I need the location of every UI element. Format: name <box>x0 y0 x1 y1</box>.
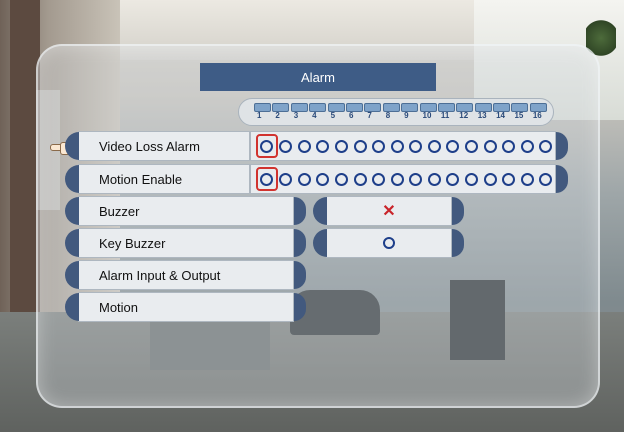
camera-9-icon: 9 <box>400 101 419 123</box>
motion-enable-ch15-toggle[interactable] <box>518 170 537 189</box>
camera-number: 14 <box>496 111 505 120</box>
camera-number: 1 <box>257 111 262 120</box>
motion-enable-ch7-toggle[interactable] <box>369 170 388 189</box>
channel-header: 1 2 3 4 5 6 7 8 9 10 11 12 13 14 15 16 <box>238 98 554 126</box>
camera-2-icon: 2 <box>271 101 290 123</box>
key-buzzer-label[interactable]: Key Buzzer <box>65 228 294 258</box>
camera-8-icon: 8 <box>382 101 400 123</box>
motion-enable-ch9-toggle[interactable] <box>406 170 425 189</box>
motion-enable-ch8-toggle[interactable] <box>388 170 407 189</box>
motion-button[interactable]: Motion <box>65 292 294 322</box>
camera-3-icon: 3 <box>290 101 308 123</box>
video-loss-ch13-toggle[interactable] <box>481 137 500 156</box>
buzzer-value-toggle[interactable]: ✕ <box>313 196 452 226</box>
motion-enable-ch10-toggle[interactable] <box>425 170 444 189</box>
video-loss-ch3-toggle[interactable] <box>295 137 314 156</box>
menu-title: Alarm <box>200 63 436 91</box>
video-loss-ch4-toggle[interactable] <box>314 137 333 156</box>
video-loss-ch12-toggle[interactable] <box>462 137 481 156</box>
motion-enable-ch12-toggle[interactable] <box>462 170 481 189</box>
camera-4-icon: 4 <box>308 101 327 123</box>
camera-10-icon: 10 <box>419 101 437 123</box>
video-loss-ch7-toggle[interactable] <box>369 137 388 156</box>
camera-1-icon: 1 <box>253 101 271 123</box>
camera-16-icon: 16 <box>529 101 547 123</box>
motion-enable-ch5-toggle[interactable] <box>332 170 351 189</box>
video-loss-ch9-toggle[interactable] <box>406 137 425 156</box>
camera-5-icon: 5 <box>327 101 345 123</box>
camera-number: 15 <box>514 111 524 120</box>
video-loss-ch5-toggle[interactable] <box>332 137 351 156</box>
camera-number: 8 <box>385 111 391 120</box>
buzzer-label[interactable]: Buzzer <box>65 196 294 226</box>
motion-enable-ch13-toggle[interactable] <box>481 170 500 189</box>
video-loss-ch10-toggle[interactable] <box>425 137 444 156</box>
motion-enable-ch2-toggle[interactable] <box>277 170 296 189</box>
video-loss-ch16-toggle[interactable] <box>536 137 555 156</box>
camera-number: 10 <box>422 111 432 120</box>
camera-number: 11 <box>440 111 450 120</box>
camera-7-icon: 7 <box>363 101 382 123</box>
motion-enable-ch3-toggle[interactable] <box>295 170 314 189</box>
camera-14-icon: 14 <box>492 101 511 123</box>
camera-number: 9 <box>404 111 409 120</box>
key-buzzer-value-toggle[interactable] <box>313 228 452 258</box>
motion-enable-ch1-toggle[interactable] <box>256 167 278 191</box>
motion-enable-ch14-toggle[interactable] <box>499 170 518 189</box>
buzzer-off-icon: ✕ <box>382 203 396 220</box>
key-buzzer-on-icon <box>383 237 395 249</box>
camera-number: 4 <box>312 111 317 120</box>
camera-12-icon: 12 <box>455 101 474 123</box>
motion-enable-channels <box>250 164 556 194</box>
camera-11-icon: 11 <box>437 101 455 123</box>
motion-enable-ch11-toggle[interactable] <box>444 170 463 189</box>
video-loss-alarm-channels <box>250 131 556 161</box>
camera-number: 5 <box>330 111 336 120</box>
camera-15-icon: 15 <box>510 101 529 123</box>
alarm-input-output-button[interactable]: Alarm Input & Output <box>65 260 294 290</box>
motion-enable-label[interactable]: Motion Enable <box>65 164 250 194</box>
camera-number: 7 <box>367 111 372 120</box>
camera-number: 3 <box>293 111 299 120</box>
camera-6-icon: 6 <box>345 101 363 123</box>
motion-enable-ch6-toggle[interactable] <box>351 170 370 189</box>
motion-enable-ch16-toggle[interactable] <box>536 170 555 189</box>
video-loss-alarm-label[interactable]: Video Loss Alarm <box>65 131 250 161</box>
camera-number: 16 <box>532 111 542 120</box>
video-loss-ch1-toggle[interactable] <box>256 134 278 158</box>
camera-number: 12 <box>459 111 469 120</box>
camera-number: 13 <box>477 111 487 120</box>
video-loss-ch11-toggle[interactable] <box>444 137 463 156</box>
motion-enable-ch4-toggle[interactable] <box>314 170 333 189</box>
video-loss-ch2-toggle[interactable] <box>277 137 296 156</box>
video-loss-ch8-toggle[interactable] <box>388 137 407 156</box>
camera-13-icon: 13 <box>474 101 492 123</box>
video-loss-ch15-toggle[interactable] <box>518 137 537 156</box>
video-loss-ch14-toggle[interactable] <box>499 137 518 156</box>
camera-number: 6 <box>348 111 354 120</box>
video-loss-ch6-toggle[interactable] <box>351 137 370 156</box>
camera-number: 2 <box>275 111 280 120</box>
